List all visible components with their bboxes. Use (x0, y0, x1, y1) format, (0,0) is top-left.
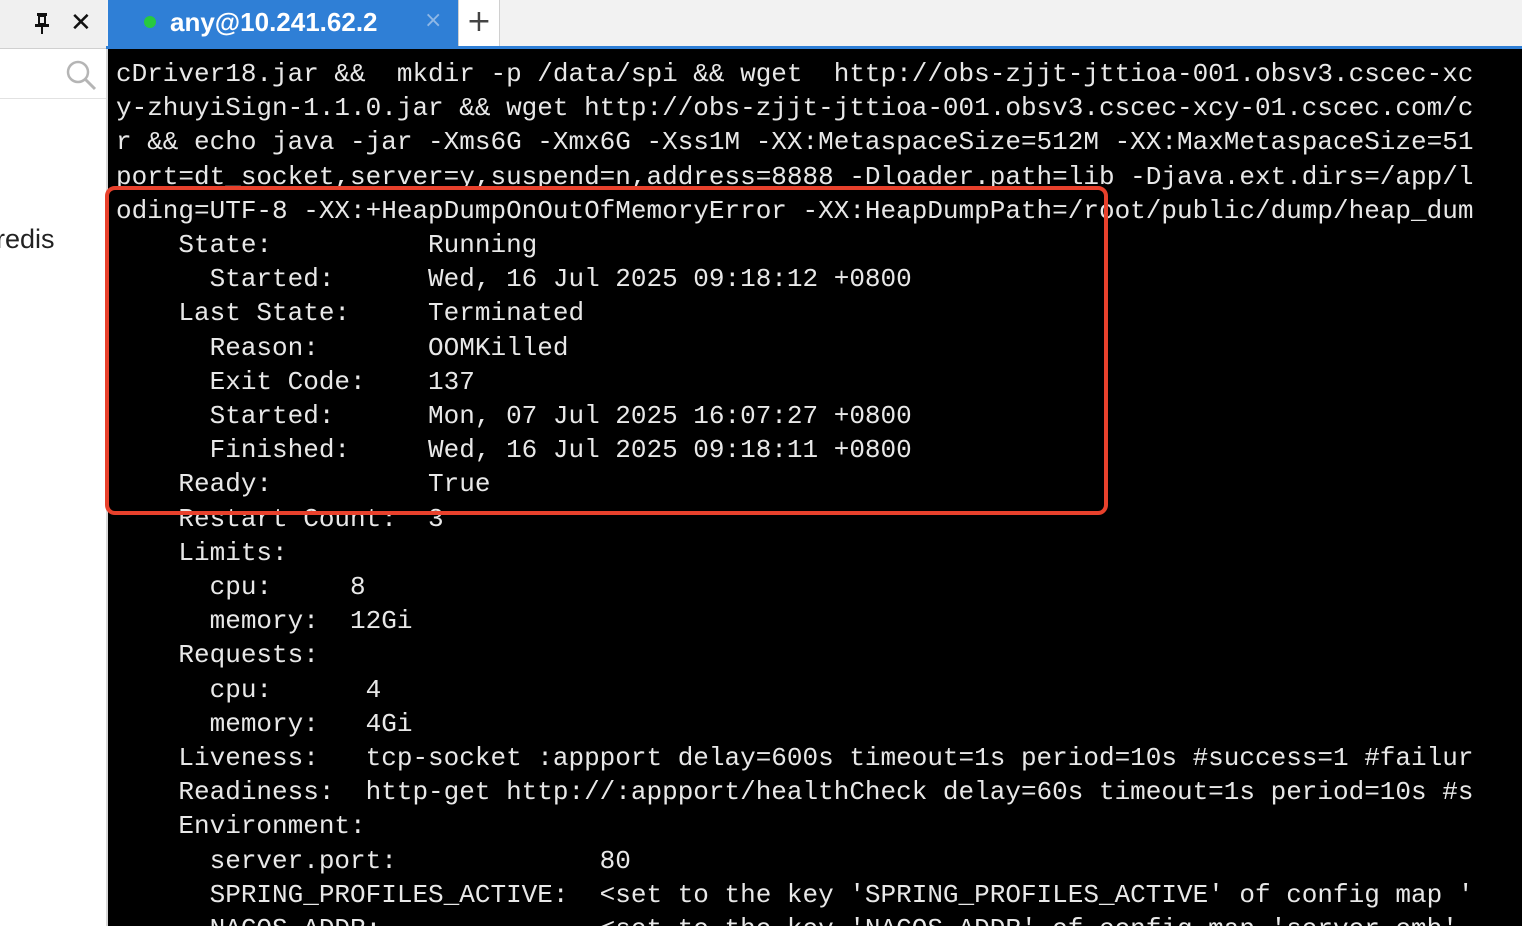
terminal-line: memory: 12Gi (116, 606, 413, 637)
terminal-line: y-zhuyiSign-1.1.0.jar && wget http://obs… (116, 93, 1474, 124)
terminal-line: server.port: 80 (116, 845, 631, 876)
terminal-line: Finished: Wed, 16 Jul 2025 09:18:11 +080… (116, 435, 912, 466)
close-panel-icon[interactable]: ✕ (70, 8, 92, 38)
terminal-line: r && echo java -jar -Xms6G -Xmx6G -Xss1M… (116, 127, 1474, 158)
tab-bar: any@10.241.62.2 × + (106, 0, 1522, 46)
sidebar-divider (0, 98, 106, 99)
terminal-line: cpu: 4 (116, 674, 382, 705)
tab-session[interactable]: any@10.241.62.2 × (108, 0, 458, 46)
terminal-line: Started: Mon, 07 Jul 2025 16:07:27 +0800 (116, 401, 912, 431)
tab-title: any@10.241.62.2 (170, 7, 378, 37)
terminal-line: oding=UTF-8 -XX:+HeapDumpOnOutOfMemoryEr… (116, 195, 1474, 226)
terminal-line: Restart Count: 3 (116, 503, 444, 534)
terminal-line: Requests: (116, 640, 319, 671)
terminal-line: cDriver18.jar && mkdir -p /data/spi && w… (116, 59, 1474, 89)
search-icon[interactable] (64, 58, 98, 92)
terminal-output[interactable]: cDriver18.jar && mkdir -p /data/spi && w… (108, 49, 1522, 926)
terminal-line: Reason: OOMKilled (116, 332, 569, 363)
terminal-line: port=dt_socket,server=y,suspend=n,addres… (116, 161, 1474, 192)
left-sidebar: ✕ redis (0, 0, 108, 926)
terminal-line: Exit Code: 137 (116, 366, 475, 397)
tab-close-icon[interactable]: × (424, 8, 442, 33)
terminal-line: NACOS_ADDR: <set to the key 'NACOS_ADDR'… (116, 912, 1458, 926)
terminal-line: Readiness: http-get http://:appport/heal… (116, 777, 1474, 808)
terminal-line: SPRING_PROFILES_ACTIVE: <set to the key … (116, 879, 1474, 910)
terminal-line: Last State: Terminated (116, 298, 585, 329)
terminal-line: cpu: 8 (116, 572, 366, 602)
terminal-line: Limits: (116, 537, 288, 568)
pin-icon[interactable] (32, 11, 52, 35)
new-tab-button[interactable]: + (458, 0, 500, 46)
connection-status-icon (144, 16, 156, 28)
terminal-line: memory: 4Gi (116, 708, 413, 739)
sidebar-toolbar: ✕ (0, 0, 106, 49)
terminal-line: Liveness: tcp-socket :appport delay=600s… (116, 743, 1474, 773)
terminal-line: Started: Wed, 16 Jul 2025 09:18:12 +0800 (116, 264, 912, 295)
terminal-line: State: Running (116, 230, 538, 260)
terminal-line: Environment: (116, 811, 366, 842)
sidebar-item-redis[interactable]: redis (0, 224, 55, 255)
terminal-line: Ready: True (116, 469, 491, 500)
